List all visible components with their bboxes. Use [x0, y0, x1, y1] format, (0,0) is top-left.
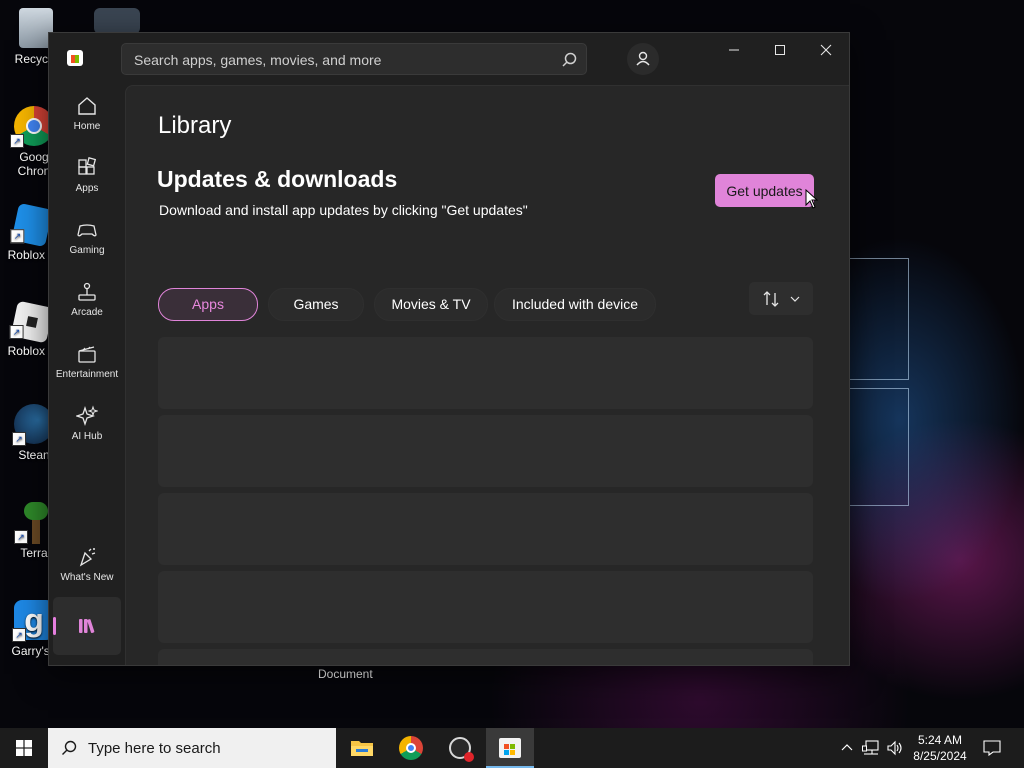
- apps-icon: [78, 157, 97, 175]
- section-description: Download and install app updates by clic…: [159, 202, 528, 218]
- nav-item-label: What's New: [60, 572, 114, 583]
- nav-item-arcade[interactable]: Arcade: [53, 273, 121, 329]
- active-indicator: [53, 617, 56, 635]
- sort-icon: [763, 291, 779, 307]
- account-button[interactable]: [627, 43, 659, 75]
- microsoft-store-logo: [67, 50, 83, 66]
- get-updates-button[interactable]: Get updates: [715, 174, 814, 207]
- start-button[interactable]: [0, 728, 48, 768]
- wallpaper-window-pane: [848, 258, 909, 380]
- nav-item-entertainment[interactable]: Entertainment: [53, 335, 121, 391]
- nav-item-label: Apps: [75, 183, 99, 194]
- whats-new-icon: [79, 548, 96, 567]
- chevron-up-icon: [841, 744, 853, 751]
- maximize-icon: [775, 45, 785, 55]
- page-title: Library: [158, 112, 232, 139]
- taskbar-search-box[interactable]: Type here to search: [48, 728, 336, 768]
- desktop-icon-partial[interactable]: [94, 8, 140, 34]
- network-button[interactable]: [860, 728, 882, 768]
- list-item-placeholder: [158, 415, 813, 487]
- chevron-down-icon: [790, 296, 800, 302]
- filter-apps[interactable]: Apps: [158, 288, 258, 321]
- taskbar-search-placeholder: Type here to search: [88, 740, 221, 757]
- nav-item-label: Home: [73, 121, 101, 132]
- library-icon: [79, 619, 95, 634]
- close-icon: [820, 44, 832, 56]
- nav-item-library[interactable]: [53, 597, 121, 655]
- library-content: Library Updates & downloads Download and…: [125, 85, 849, 665]
- clock-time: 5:24 AM: [917, 733, 963, 747]
- filter-included-with-device[interactable]: Included with device: [494, 288, 656, 321]
- nav-item-whats-new[interactable]: What's New: [53, 538, 121, 594]
- entertainment-icon: [78, 346, 96, 363]
- obs-icon: [449, 737, 474, 762]
- left-navigation: Home Apps Gaming Arcade Entertainment AI…: [49, 85, 125, 665]
- windows-logo-icon: [16, 740, 32, 756]
- title-bar[interactable]: [49, 33, 849, 85]
- search-icon[interactable]: [560, 51, 578, 69]
- search-input[interactable]: [132, 50, 556, 70]
- list-item-placeholder: [158, 337, 813, 409]
- microsoft-store-window: Home Apps Gaming Arcade Entertainment AI…: [48, 32, 850, 666]
- sort-button[interactable]: [749, 282, 813, 315]
- maximize-button[interactable]: [757, 33, 803, 67]
- nav-item-label: Entertainment: [55, 369, 119, 380]
- filter-games[interactable]: Games: [268, 288, 364, 321]
- nav-item-label: AI Hub: [71, 431, 103, 442]
- nav-item-apps[interactable]: Apps: [53, 149, 121, 205]
- person-icon: [636, 51, 650, 66]
- wallpaper-window-pane: [848, 388, 909, 506]
- volume-button[interactable]: [884, 728, 906, 768]
- volume-icon: [887, 740, 902, 756]
- desktop-icon-label: Stean: [18, 448, 50, 462]
- list-item-placeholder: [158, 493, 813, 565]
- filter-movies-tv[interactable]: Movies & TV: [374, 288, 488, 321]
- search-icon: [62, 740, 77, 755]
- search-box[interactable]: [121, 43, 587, 75]
- file-explorer-icon: [351, 741, 373, 756]
- section-title: Updates & downloads: [157, 166, 398, 192]
- arcade-icon: [78, 282, 96, 301]
- nav-item-home[interactable]: Home: [53, 87, 121, 143]
- notification-icon: [983, 740, 1001, 756]
- taskbar-chrome[interactable]: [387, 728, 435, 768]
- action-center-button[interactable]: [978, 728, 1006, 768]
- minimize-button[interactable]: [711, 33, 757, 67]
- taskbar: Type here to search 5:24 AM 8/25/2024: [0, 728, 1024, 768]
- microsoft-store-icon: [499, 738, 521, 758]
- roblox-studio-icon: ↗: [10, 202, 53, 248]
- chrome-icon: [399, 736, 423, 760]
- minimize-icon: [729, 49, 739, 51]
- home-icon: [78, 97, 96, 115]
- gaming-icon: [77, 224, 97, 237]
- clock[interactable]: 5:24 AM 8/25/2024: [905, 732, 975, 764]
- document-label[interactable]: Document: [318, 667, 373, 681]
- desktop-icon-label: Terrar: [20, 546, 52, 560]
- taskbar-obs[interactable]: [436, 728, 484, 768]
- show-hidden-icons-button[interactable]: [838, 728, 856, 768]
- roblox-player-icon: ↗: [9, 300, 54, 344]
- network-icon: [862, 740, 879, 755]
- taskbar-file-explorer[interactable]: [338, 728, 386, 768]
- taskbar-microsoft-store[interactable]: [486, 728, 534, 768]
- close-button[interactable]: [803, 33, 849, 67]
- nav-item-label: Arcade: [71, 307, 103, 318]
- clock-date: 8/25/2024: [913, 749, 967, 763]
- mouse-cursor-icon: [805, 189, 819, 209]
- nav-item-gaming[interactable]: Gaming: [53, 211, 121, 267]
- list-item-placeholder: [158, 571, 813, 643]
- nav-item-label: Gaming: [69, 245, 105, 256]
- ai-hub-icon: [76, 405, 98, 427]
- list-item-placeholder: [158, 649, 813, 665]
- nav-item-ai-hub[interactable]: AI Hub: [53, 397, 121, 453]
